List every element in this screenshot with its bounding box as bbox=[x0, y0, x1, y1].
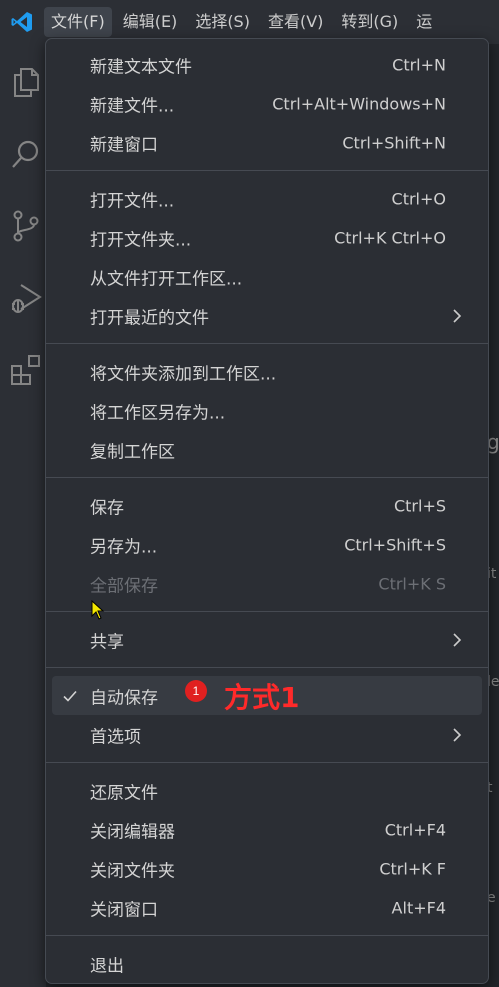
menu-item-label: 新建文本文件 bbox=[90, 57, 192, 77]
menu-item-label: 打开文件... bbox=[90, 191, 175, 211]
menu-item-label: 关闭窗口 bbox=[90, 900, 158, 920]
vscode-logo-icon bbox=[0, 0, 44, 44]
menu-item-label: 另存为... bbox=[90, 537, 158, 557]
extensions-icon[interactable] bbox=[8, 352, 44, 388]
menu-item-shortcut: Ctrl+Shift+S bbox=[344, 535, 446, 554]
menu-item-open-file[interactable]: 打开文件... Ctrl+O bbox=[52, 179, 482, 218]
menu-item-label: 复制工作区 bbox=[90, 442, 175, 462]
menu-item-new-window[interactable]: 新建窗口 Ctrl+Shift+N bbox=[52, 123, 482, 162]
chevron-right-icon bbox=[453, 308, 462, 323]
mouse-cursor-icon bbox=[91, 600, 105, 620]
menu-item-label: 关闭文件夹 bbox=[90, 861, 175, 881]
menu-item-label: 首选项 bbox=[90, 727, 141, 747]
menu-item-add-folder-to-workspace[interactable]: 将文件夹添加到工作区... bbox=[52, 352, 482, 391]
menu-item-label: 将工作区另存为... bbox=[90, 403, 226, 423]
menu-item-close-window[interactable]: 关闭窗口 Alt+F4 bbox=[52, 888, 482, 927]
menu-item-open-recent[interactable]: 打开最近的文件 bbox=[52, 296, 482, 335]
menu-item-preferences[interactable]: 首选项 bbox=[52, 715, 482, 754]
menu-item-new-file[interactable]: 新建文件... Ctrl+Alt+Windows+N bbox=[52, 84, 482, 123]
menu-item-shortcut: Ctrl+S bbox=[393, 496, 446, 515]
menu-item-label: 关闭编辑器 bbox=[90, 822, 175, 842]
menu-item-label: 新建窗口 bbox=[90, 135, 158, 155]
menu-separator bbox=[46, 935, 488, 936]
annotation-text: 方式1 bbox=[224, 680, 300, 714]
menu-selection[interactable]: 选择(S) bbox=[188, 7, 257, 37]
menu-item-shortcut: Ctrl+K F bbox=[379, 859, 446, 878]
search-icon[interactable] bbox=[8, 136, 44, 172]
menu-item-close-editor[interactable]: 关闭编辑器 Ctrl+F4 bbox=[52, 810, 482, 849]
source-control-icon[interactable] bbox=[8, 208, 44, 244]
menu-item-label: 打开最近的文件 bbox=[90, 308, 209, 328]
run-debug-icon[interactable] bbox=[8, 280, 44, 316]
activity-bar bbox=[0, 44, 46, 987]
menu-separator bbox=[46, 343, 488, 344]
menu-item-label: 将文件夹添加到工作区... bbox=[90, 364, 277, 384]
file-menu-dropdown: 新建文本文件 Ctrl+N 新建文件... Ctrl+Alt+Windows+N… bbox=[45, 38, 489, 984]
menu-item-label: 打开文件夹... bbox=[90, 230, 192, 250]
menu-separator bbox=[46, 170, 488, 171]
menu-item-save-as[interactable]: 另存为... Ctrl+Shift+S bbox=[52, 525, 482, 564]
menu-item-duplicate-workspace[interactable]: 复制工作区 bbox=[52, 430, 482, 469]
vscode-window: 文件(F) 编辑(E) 选择(S) 查看(V) 转到(G) 运 g it le … bbox=[0, 0, 499, 987]
checkmark-icon bbox=[63, 690, 77, 702]
menu-item-save-all: 全部保存 Ctrl+K S bbox=[52, 564, 482, 603]
menu-separator bbox=[46, 762, 488, 763]
menu-item-revert-file[interactable]: 还原文件 bbox=[52, 771, 482, 810]
menu-item-shortcut: Ctrl+K S bbox=[378, 574, 446, 593]
menu-item-save[interactable]: 保存 Ctrl+S bbox=[52, 486, 482, 525]
menu-item-label: 全部保存 bbox=[90, 576, 158, 596]
menu-separator bbox=[46, 667, 488, 668]
menu-item-shortcut: Ctrl+F4 bbox=[384, 820, 446, 839]
menu-item-shortcut: Alt+F4 bbox=[391, 898, 446, 917]
menu-item-auto-save[interactable]: 自动保存 1 方式1 bbox=[52, 676, 482, 715]
menu-separator bbox=[46, 611, 488, 612]
menu-item-label: 保存 bbox=[90, 498, 124, 518]
menu-item-label: 共享 bbox=[90, 632, 124, 652]
menu-item-shortcut: Ctrl+O bbox=[391, 189, 446, 208]
chevron-right-icon bbox=[453, 632, 462, 647]
menu-edit[interactable]: 编辑(E) bbox=[116, 7, 185, 37]
menu-item-label: 新建文件... bbox=[90, 96, 175, 116]
menu-item-shortcut: Ctrl+Alt+Windows+N bbox=[272, 94, 446, 113]
chevron-right-icon bbox=[453, 727, 462, 742]
menu-separator bbox=[46, 477, 488, 478]
step-badge: 1 bbox=[185, 680, 207, 702]
explorer-icon[interactable] bbox=[8, 64, 44, 100]
menu-run[interactable]: 运 bbox=[409, 7, 439, 37]
menu-item-label: 从文件打开工作区... bbox=[90, 269, 243, 289]
menu-item-open-workspace-from-file[interactable]: 从文件打开工作区... bbox=[52, 257, 482, 296]
menu-file[interactable]: 文件(F) bbox=[44, 7, 112, 37]
menu-item-close-folder[interactable]: 关闭文件夹 Ctrl+K F bbox=[52, 849, 482, 888]
menu-item-exit[interactable]: 退出 bbox=[52, 944, 482, 983]
menu-view[interactable]: 查看(V) bbox=[261, 7, 330, 37]
menu-item-open-folder[interactable]: 打开文件夹... Ctrl+K Ctrl+O bbox=[52, 218, 482, 257]
menu-item-new-text-file[interactable]: 新建文本文件 Ctrl+N bbox=[52, 45, 482, 84]
menu-item-shortcut: Ctrl+K Ctrl+O bbox=[334, 228, 446, 247]
menu-item-label: 还原文件 bbox=[90, 783, 158, 803]
menu-go[interactable]: 转到(G) bbox=[334, 7, 405, 37]
menu-item-share[interactable]: 共享 bbox=[52, 620, 482, 659]
menu-item-shortcut: Ctrl+Shift+N bbox=[342, 133, 446, 152]
menu-item-label: 自动保存 bbox=[90, 688, 158, 708]
menu-item-shortcut: Ctrl+N bbox=[392, 55, 446, 74]
menu-item-label: 退出 bbox=[90, 956, 124, 976]
menu-item-save-workspace-as[interactable]: 将工作区另存为... bbox=[52, 391, 482, 430]
